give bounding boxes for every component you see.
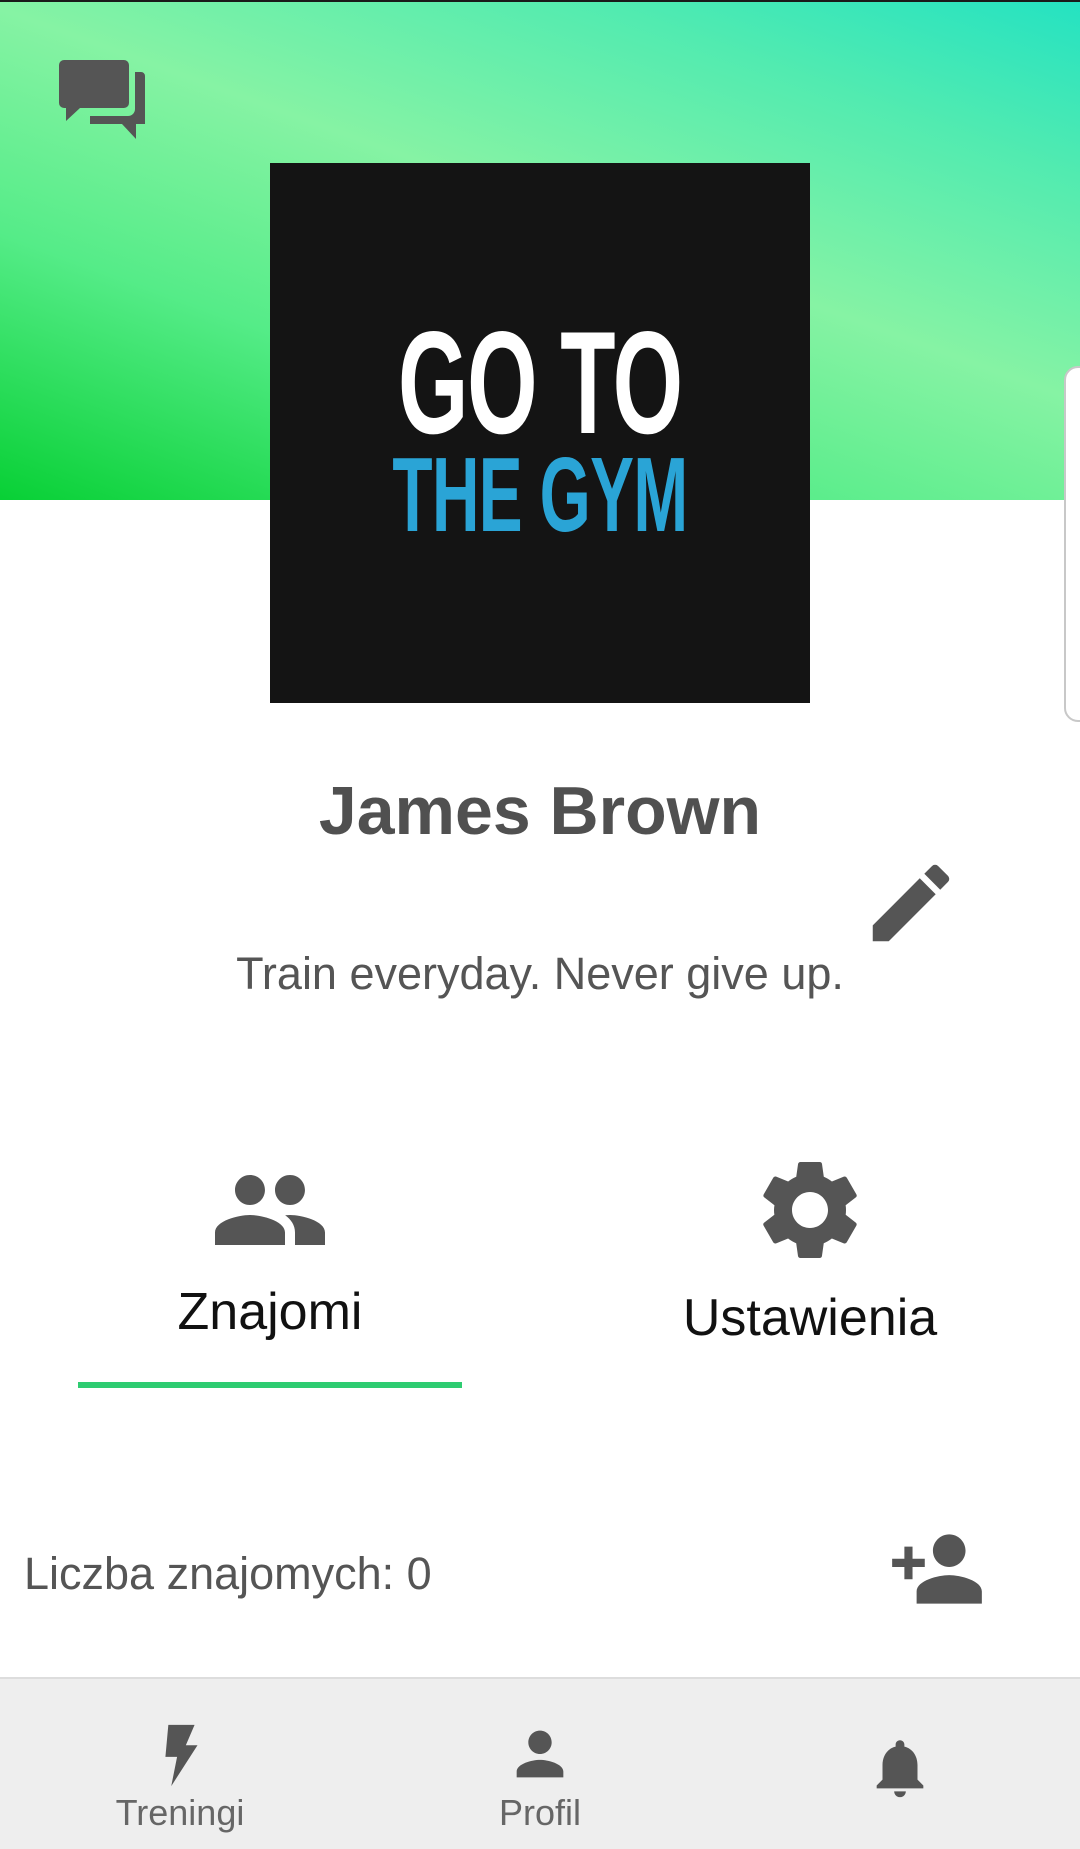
nav-item-profile-label: Profil <box>498 1792 582 1833</box>
add-friend-button[interactable] <box>884 1526 990 1612</box>
people-icon <box>210 1150 330 1270</box>
profile-avatar[interactable]: GO TO THE GYM <box>270 163 810 703</box>
forum-icon <box>59 60 145 139</box>
nav-item-notifications[interactable] <box>750 1679 1050 1849</box>
tab-settings[interactable]: Ustawienia <box>620 1150 1000 1400</box>
profile-name: James Brown <box>318 773 762 849</box>
chat-button[interactable] <box>46 52 150 146</box>
bolt-icon <box>145 1719 215 1789</box>
avatar-logo-line1: GO TO <box>398 301 683 464</box>
edit-profile-button[interactable] <box>860 852 962 954</box>
friends-count: Liczba znajomych: 0 <box>24 1548 432 1599</box>
bottom-navigation: Treningi Profil <box>0 1677 1080 1849</box>
profile-bio: Train everyday. Never give up. <box>236 948 844 999</box>
top-border <box>0 0 1080 2</box>
avatar-logo-line2: THE GYM <box>392 436 688 554</box>
bell-icon <box>865 1733 935 1803</box>
tab-friends-label: Znajomi <box>177 1283 363 1341</box>
person-icon <box>505 1719 575 1789</box>
tab-friends[interactable]: Znajomi <box>78 1150 462 1400</box>
gear-icon <box>750 1150 870 1270</box>
pencil-icon <box>872 864 950 942</box>
active-tab-indicator <box>78 1382 462 1388</box>
nav-item-trainings[interactable]: Treningi <box>30 1679 330 1849</box>
tab-settings-label: Ustawienia <box>682 1289 938 1347</box>
person-add-icon <box>892 1534 982 1604</box>
nav-item-trainings-label: Treningi <box>115 1792 245 1833</box>
side-panel-handle[interactable] <box>1064 366 1080 722</box>
nav-item-profile[interactable]: Profil <box>390 1679 690 1849</box>
